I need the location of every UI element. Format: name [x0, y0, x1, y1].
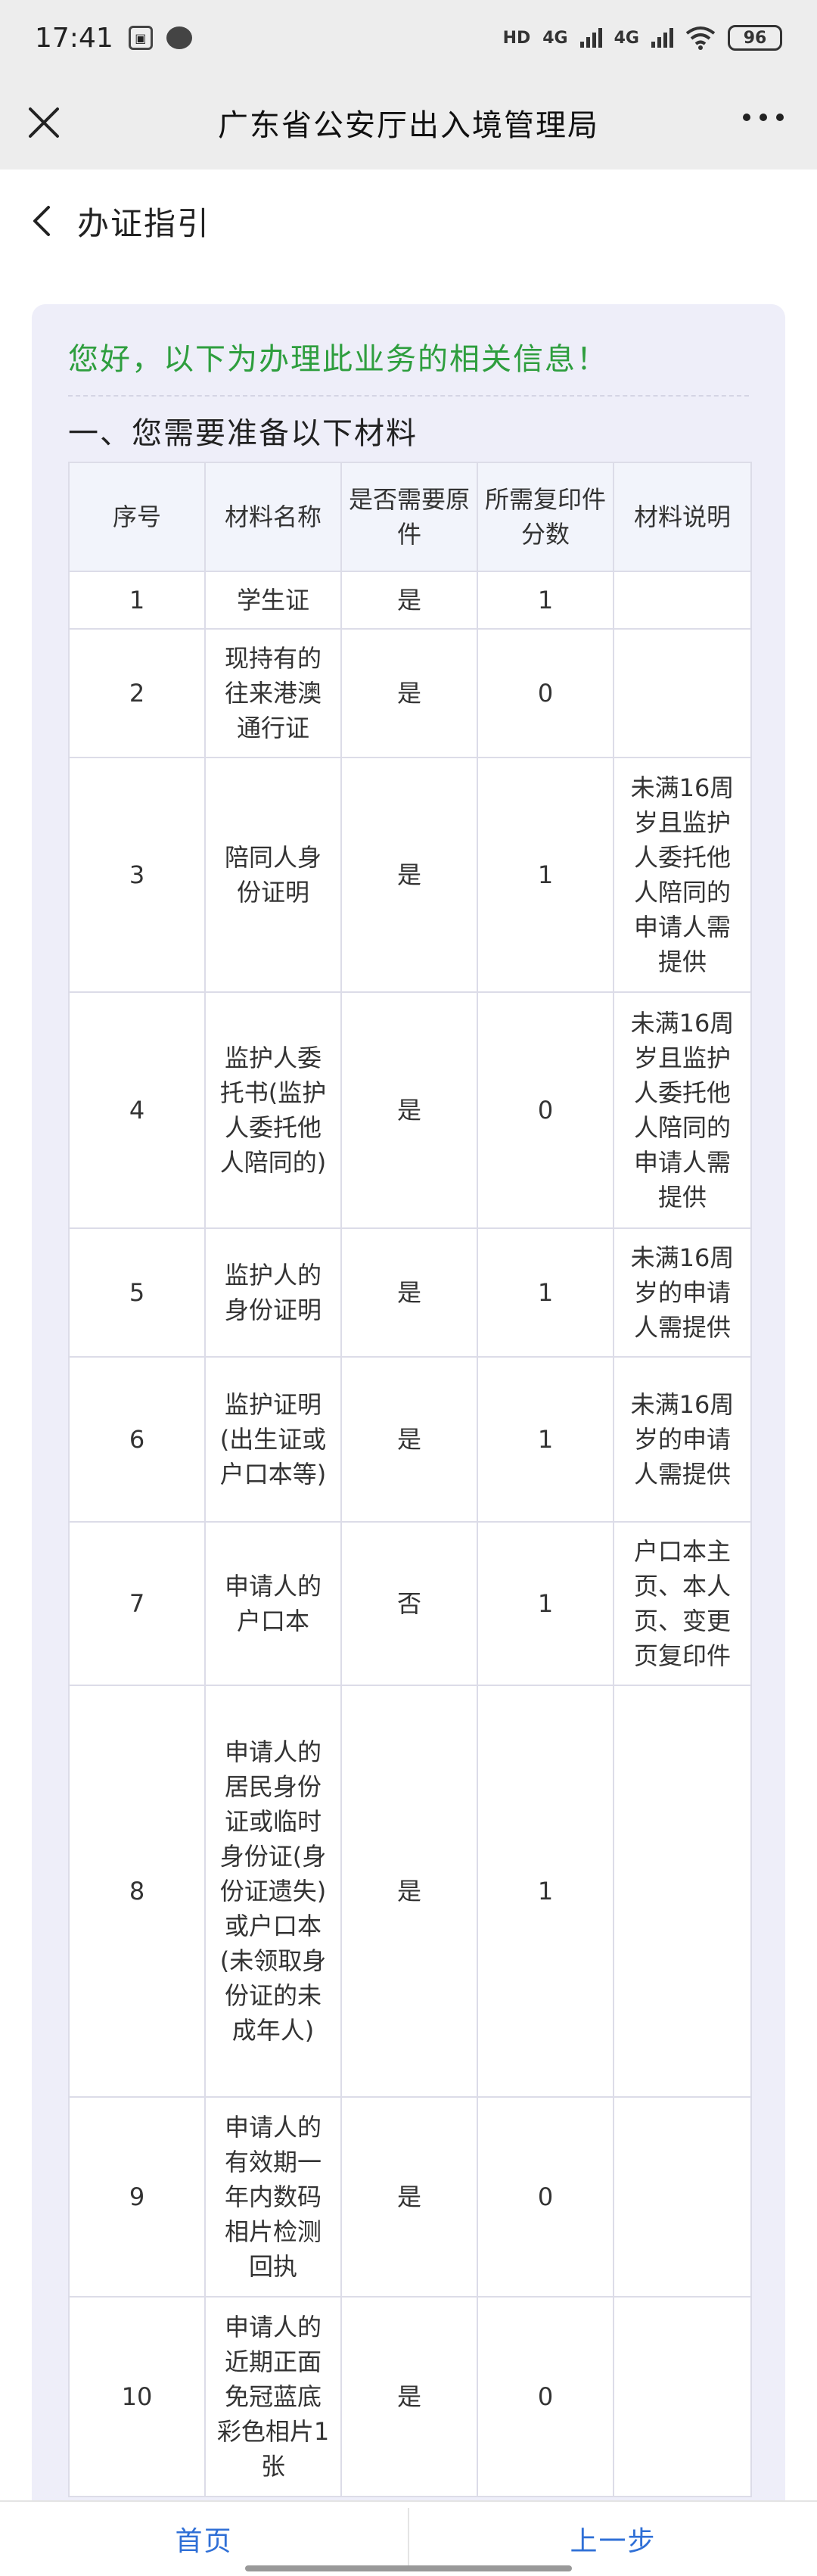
close-icon[interactable]	[26, 104, 62, 141]
cell-original: 是	[340, 1685, 478, 2098]
cell-name: 学生证	[204, 571, 342, 630]
header-name: 材料名称	[204, 462, 342, 572]
table-row: 5 监护人的身份证明 是 1 未满16周岁的申请人需提供	[68, 1227, 752, 1358]
cell-copies: 0	[477, 2096, 614, 2298]
cell-no: 7	[68, 1521, 206, 1686]
cell-no: 1	[68, 571, 206, 630]
sub-header: 办证指引	[0, 170, 817, 272]
cell-name: 申请人的有效期一年内数码相片检测回执	[204, 2096, 342, 2298]
table-row: 4 监护人委托书(监护人委托他人陪同的) 是 0 未满16周岁且监护人委托他人陪…	[68, 991, 752, 1229]
cell-note: 未满16周岁且监护人委托他人陪同的申请人需提供	[613, 991, 752, 1229]
cell-no: 8	[68, 1685, 206, 2098]
cell-copies: 1	[477, 1356, 614, 1523]
cell-original: 是	[340, 757, 478, 993]
status-notification-icons: ▣	[128, 26, 192, 50]
table-row: 9 申请人的有效期一年内数码相片检测回执 是 0	[68, 2096, 752, 2298]
cell-original: 是	[340, 1227, 478, 1358]
cell-no: 9	[68, 2096, 206, 2298]
cell-note	[613, 628, 752, 758]
cell-name: 监护人委托书(监护人委托他人陪同的)	[204, 991, 342, 1229]
header-note: 材料说明	[613, 462, 752, 572]
cell-no: 10	[68, 2296, 206, 2497]
cell-copies: 0	[477, 2296, 614, 2497]
table-row: 7 申请人的户口本 否 1 户口本主页、本人页、变更页复印件	[68, 1521, 752, 1686]
hd-icon: HD	[502, 28, 531, 48]
cell-note: 未满16周岁且监护人委托他人陪同的申请人需提供	[613, 757, 752, 993]
header-no: 序号	[68, 462, 206, 572]
materials-section-title: 一、您需要准备以下材料	[68, 416, 418, 451]
battery-icon: 96	[728, 25, 782, 51]
status-time: 17:41	[35, 22, 113, 54]
cell-name: 申请人的居民身份证或临时身份证(身份证遗失)或户口本(未领取身份证的未成年人)	[204, 1685, 342, 2098]
cell-copies: 1	[477, 571, 614, 630]
table-row: 2 现持有的往来港澳通行证 是 0	[68, 628, 752, 758]
cell-note: 未满16周岁的申请人需提供	[613, 1356, 752, 1523]
cell-no: 5	[68, 1227, 206, 1358]
cell-original: 是	[340, 2296, 478, 2497]
chat-notification-icon	[166, 26, 192, 49]
header-original: 是否需要原件	[340, 462, 478, 572]
table-header-row: 序号 材料名称 是否需要原件 所需复印件分数 材料说明	[68, 462, 752, 572]
cell-copies: 1	[477, 1521, 614, 1686]
cell-note: 未满16周岁的申请人需提供	[613, 1227, 752, 1358]
back-arrow-icon[interactable]	[26, 204, 59, 238]
table-row: 6 监护证明(出生证或户口本等) 是 1 未满16周岁的申请人需提供	[68, 1356, 752, 1523]
cell-note: 户口本主页、本人页、变更页复印件	[613, 1521, 752, 1686]
bottom-nav-bar: 首页 上一步	[0, 2500, 817, 2576]
cell-no: 4	[68, 991, 206, 1229]
cell-original: 是	[340, 571, 478, 630]
cell-original: 是	[340, 2096, 478, 2298]
cell-name: 现持有的往来港澳通行证	[204, 628, 342, 758]
cell-no: 6	[68, 1356, 206, 1523]
home-indicator[interactable]	[245, 2565, 572, 2571]
app-notification-icon: ▣	[128, 26, 153, 50]
info-card: 您好，以下为办理此业务的相关信息！ 一、您需要准备以下材料 序号 材料名称 是否…	[32, 304, 785, 2544]
network-4g-label-2: 4G	[614, 28, 639, 48]
cell-copies: 0	[477, 991, 614, 1229]
divider	[68, 395, 749, 397]
wifi-icon	[685, 26, 716, 50]
signal-icon-2	[651, 28, 673, 48]
table-row: 3 陪同人身份证明 是 1 未满16周岁且监护人委托他人陪同的申请人需提供	[68, 757, 752, 993]
cell-name: 申请人的近期正面免冠蓝底彩色相片1张	[204, 2296, 342, 2497]
materials-table: 序号 材料名称 是否需要原件 所需复印件分数 材料说明 1 学生证 是 1 2	[68, 462, 752, 2497]
title-bar: 广东省公安厅出入境管理局	[0, 76, 817, 170]
cell-note	[613, 571, 752, 630]
cell-no: 3	[68, 757, 206, 993]
signal-icon	[579, 28, 602, 48]
cell-name: 监护证明(出生证或户口本等)	[204, 1356, 342, 1523]
cell-no: 2	[68, 628, 206, 758]
table-row: 10 申请人的近期正面免冠蓝底彩色相片1张 是 0	[68, 2296, 752, 2497]
cell-name: 申请人的户口本	[204, 1521, 342, 1686]
cell-original: 是	[340, 991, 478, 1229]
cell-copies: 1	[477, 757, 614, 993]
cell-original: 是	[340, 1356, 478, 1523]
cell-copies: 1	[477, 1227, 614, 1358]
more-icon[interactable]	[743, 114, 784, 121]
cell-note	[613, 2096, 752, 2298]
cell-original: 是	[340, 628, 478, 758]
cell-note	[613, 1685, 752, 2098]
header-copies: 所需复印件分数	[477, 462, 614, 572]
page-title: 广东省公安厅出入境管理局	[218, 108, 599, 143]
cell-name: 陪同人身份证明	[204, 757, 342, 993]
table-row: 1 学生证 是 1	[68, 571, 752, 630]
cell-copies: 0	[477, 628, 614, 758]
network-4g-label: 4G	[542, 28, 568, 48]
table-row: 8 申请人的居民身份证或临时身份证(身份证遗失)或户口本(未领取身份证的未成年人…	[68, 1685, 752, 2098]
section-header-title: 办证指引	[77, 204, 211, 242]
cell-copies: 1	[477, 1685, 614, 2098]
greeting-text: 您好，以下为办理此业务的相关信息！	[68, 342, 608, 377]
content-area: 您好，以下为办理此业务的相关信息！ 一、您需要准备以下材料 序号 材料名称 是否…	[0, 272, 817, 2544]
status-bar: 17:41 ▣ HD 4G 4G 96	[0, 0, 817, 76]
status-system-icons: HD 4G 4G 96	[503, 25, 782, 51]
cell-name: 监护人的身份证明	[204, 1227, 342, 1358]
cell-note	[613, 2296, 752, 2497]
cell-original: 否	[340, 1521, 478, 1686]
